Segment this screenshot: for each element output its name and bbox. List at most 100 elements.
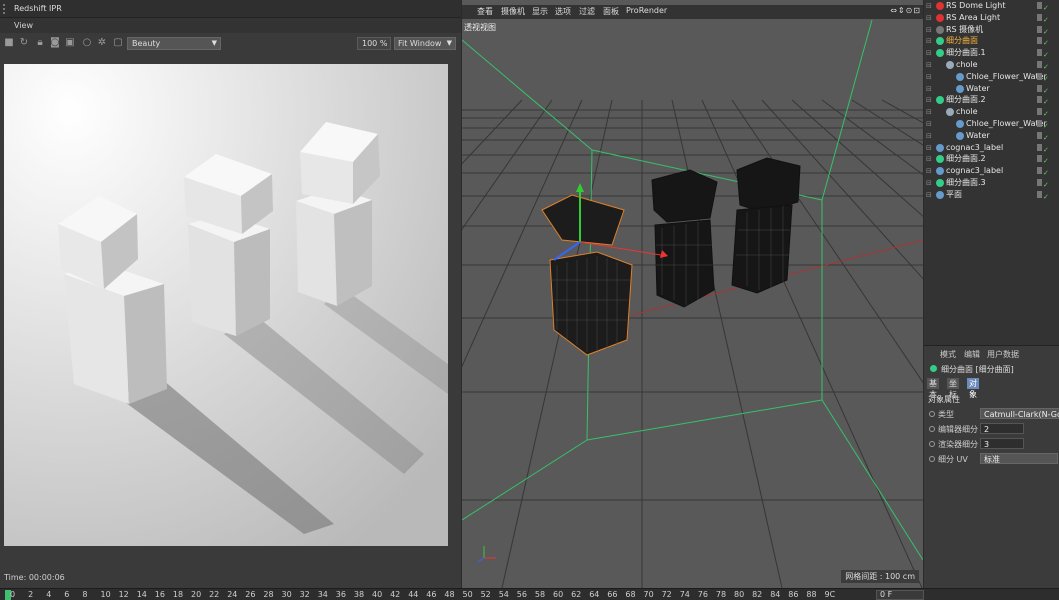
visibility-flags[interactable]: ✓ [1035,84,1057,94]
menu-filter[interactable]: 过滤 [579,6,595,17]
visibility-dot-icon[interactable] [1037,167,1042,175]
keyframe-dot-icon[interactable] [929,426,935,432]
object-row[interactable]: ⊟ cognac3_label ✓ [924,142,1059,154]
object-row[interactable]: ⊟ RS 摄像机 ✓ [924,24,1059,36]
visibility-dot-icon[interactable] [1037,25,1042,33]
timeline[interactable]: 0 2 4 6 8 10 12 14 16 18 20 22 24 26 28 30 32 34 36 38 40 42 4… [0,588,1059,600]
tree-toggle-icon[interactable]: ⊟ [926,35,932,47]
visibility-dot-icon[interactable] [1037,13,1042,21]
current-frame-field[interactable]: 0 F [876,590,924,600]
menu-userdata[interactable]: 用户数据 [987,349,1019,360]
visibility-flags[interactable]: ✓ [1035,37,1057,47]
menu-edit[interactable]: 编辑 [964,349,980,360]
perspective-viewport[interactable]: 查看 摄像机 显示 选项 过滤 面板 ProRender ⇔⇕⊙⊡ 透视视图 网… [462,0,923,588]
keyframe-dot-icon[interactable] [929,456,935,462]
visibility-dot-icon[interactable] [1037,2,1042,9]
visibility-dot-icon[interactable] [1037,155,1042,163]
tree-toggle-icon[interactable]: ⊟ [926,0,932,12]
square-icon[interactable]: ▢ [113,38,123,48]
menu-camera[interactable]: 摄像机 [501,6,525,17]
tab-coord[interactable]: 坐标 [947,378,959,399]
object-row[interactable]: ⊟ 细分曲面.1 ✓ [924,47,1059,59]
visibility-flags[interactable]: ✓ [1035,72,1057,82]
viewport-canvas[interactable] [462,0,923,588]
object-row[interactable]: ⊟ 平面 ✓ [924,189,1059,201]
menu-options[interactable]: 选项 [555,6,571,17]
menu-display[interactable]: 显示 [532,6,548,17]
visibility-dot-icon[interactable] [1037,190,1042,198]
tree-toggle-icon[interactable]: ⊟ [926,24,932,36]
object-row[interactable]: ⊟ 细分曲面.2 ✓ [924,94,1059,106]
visibility-dot-icon[interactable] [1037,143,1042,151]
menu-mode[interactable]: 模式 [940,349,956,360]
zoom-field[interactable]: 100 % [357,37,391,50]
editor-subdiv-input[interactable]: 2 [980,423,1024,434]
save-icon[interactable]: ▣ [65,38,75,48]
tree-toggle-icon[interactable]: ⊟ [926,71,932,83]
visibility-flags[interactable]: ✓ [1035,120,1057,130]
type-select[interactable]: Catmull-Clark(N-Gons) [980,408,1059,419]
tree-toggle-icon[interactable]: ⊟ [926,130,932,142]
menu-panel[interactable]: 面板 [603,6,619,17]
object-row[interactable]: ⊟ Chloe_Flower_Water ✓ [924,118,1059,130]
visibility-dot-icon[interactable] [1037,84,1042,92]
object-row[interactable]: ⊟ chole ✓ [924,106,1059,118]
object-row[interactable]: ⊟ cognac3_label ✓ [924,165,1059,177]
tree-toggle-icon[interactable]: ⊟ [926,177,932,189]
tree-toggle-icon[interactable]: ⊟ [926,189,932,201]
visibility-flags[interactable]: ✓ [1035,179,1057,189]
object-row[interactable]: ⊟ Water ✓ [924,83,1059,95]
stop-icon[interactable]: ■ [4,38,14,48]
visibility-flags[interactable]: ✓ [1035,190,1057,201]
aov-select[interactable]: Beauty ▼ [127,37,221,50]
tree-toggle-icon[interactable]: ⊟ [926,94,932,106]
drag-handle-icon[interactable] [3,4,9,14]
keyframe-dot-icon[interactable] [929,441,935,447]
object-row[interactable]: ⊟ 细分曲面 ✓ [924,35,1059,47]
tree-toggle-icon[interactable]: ⊟ [926,118,932,130]
visibility-dot-icon[interactable] [1037,61,1042,68]
tree-toggle-icon[interactable]: ⊟ [926,142,932,154]
object-row[interactable]: ⊟ chole ✓ [924,59,1059,71]
tree-toggle-icon[interactable]: ⊟ [926,153,932,165]
tree-toggle-icon[interactable]: ⊟ [926,59,932,71]
object-row[interactable]: ⊟ Water ✓ [924,130,1059,142]
object-row[interactable]: ⊟ Chloe_Flower_Water ✓ [924,71,1059,83]
tree-toggle-icon[interactable]: ⊟ [926,165,932,177]
visibility-flags[interactable]: ✓ [1035,49,1057,59]
visibility-dot-icon[interactable] [1037,131,1042,139]
visibility-dot-icon[interactable] [1037,96,1042,104]
visibility-flags[interactable]: ✓ [1035,167,1057,177]
menu-view[interactable]: 查看 [477,6,493,17]
gear-icon[interactable]: ✲ [97,38,107,48]
camera-snapshot-icon[interactable]: ◙ [50,38,60,48]
visibility-dot-icon[interactable] [1037,179,1042,186]
check-icon[interactable]: ✓ [1043,193,1049,201]
tree-toggle-icon[interactable]: ⊟ [926,106,932,118]
viewport-nav-icons[interactable]: ⇔⇕⊙⊡ [890,6,921,15]
object-row[interactable]: ⊟ 细分曲面.3 ✓ [924,177,1059,189]
visibility-dot-icon[interactable] [1037,37,1042,45]
visibility-flags[interactable]: ✓ [1035,131,1057,141]
visibility-dot-icon[interactable] [1037,108,1042,116]
visibility-flags[interactable]: ✓ [1035,25,1057,35]
object-row[interactable]: ⊟ RS Area Light ✓ [924,12,1059,24]
refresh-icon[interactable]: ↻ [19,38,29,48]
visibility-dot-icon[interactable] [1037,49,1042,57]
visibility-flags[interactable]: ✓ [1035,108,1057,118]
tab-basic[interactable]: 基本 [927,378,939,399]
object-row[interactable]: ⊟ 细分曲面.2 ✓ [924,153,1059,165]
menu-prorender[interactable]: ProRender [626,6,667,15]
visibility-dot-icon[interactable] [1037,72,1042,80]
render-subdiv-input[interactable]: 3 [980,438,1024,449]
visibility-flags[interactable]: ✓ [1035,61,1057,71]
visibility-flags[interactable]: ✓ [1035,155,1057,165]
render-preview[interactable] [4,64,448,546]
visibility-flags[interactable]: ✓ [1035,143,1057,153]
object-row[interactable]: ⊟ RS Dome Light ✓ [924,0,1059,12]
fit-window-select[interactable]: Fit Window ▼ [394,37,456,50]
tree-toggle-icon[interactable]: ⊟ [926,47,932,59]
menu-view[interactable]: View [14,21,33,30]
tree-toggle-icon[interactable]: ⊟ [926,83,932,95]
keyframe-dot-icon[interactable] [929,411,935,417]
